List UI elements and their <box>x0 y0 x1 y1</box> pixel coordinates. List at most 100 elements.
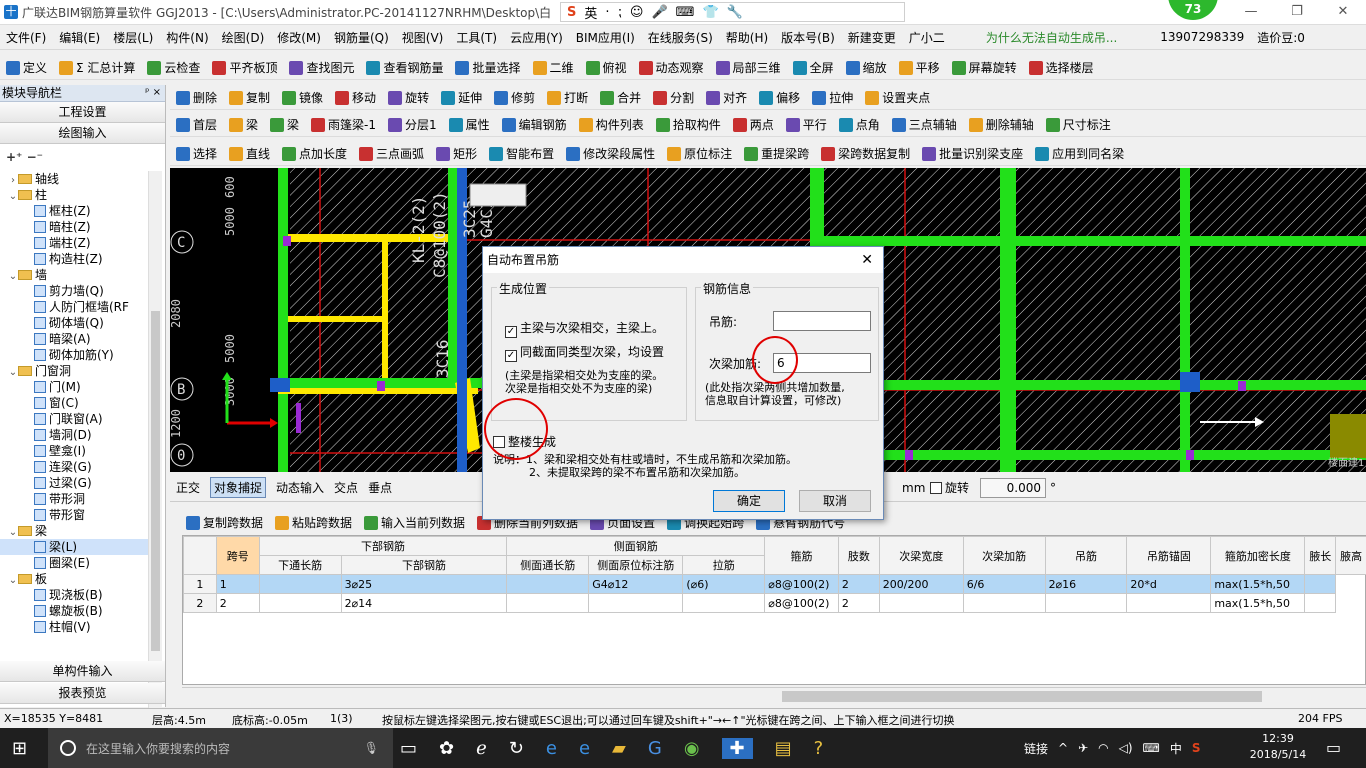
table-cell[interactable]: max(1.5*h,50 <box>1210 574 1306 594</box>
toolbar1-item-9[interactable]: 动态观察 <box>638 59 704 76</box>
ime-item-0[interactable]: 英 <box>584 3 597 22</box>
ortho-toggle[interactable]: 正交 <box>176 479 200 496</box>
ok-button[interactable]: 确定 <box>713 490 785 512</box>
project-settings-button[interactable]: 工程设置 <box>0 102 165 123</box>
toolbar2-item-11[interactable]: 偏移 <box>759 89 800 106</box>
menu-item-1[interactable]: 编辑(E) <box>59 29 100 46</box>
menu-item-7[interactable]: 视图(V) <box>402 29 444 46</box>
col-hanging-anchor[interactable]: 吊筋锚固 <box>1126 536 1212 575</box>
menu-item-0[interactable]: 文件(F) <box>6 29 46 46</box>
toolbar4-item-5[interactable]: 智能布置 <box>489 145 554 162</box>
menu-item-10[interactable]: BIM应用(I) <box>576 29 635 46</box>
menu-item-3[interactable]: 构件(N) <box>166 29 208 46</box>
col-bottom-bar[interactable]: 下部钢筋 <box>340 555 508 575</box>
tree-node-18[interactable]: 连梁(G) <box>0 459 148 475</box>
tree-node-11[interactable]: 砌体加筋(Y) <box>0 347 148 363</box>
toolbar1-item-12[interactable]: 缩放 <box>845 59 887 76</box>
menu-item-5[interactable]: 修改(M) <box>277 29 321 46</box>
toolbar2-item-1[interactable]: 复制 <box>229 89 270 106</box>
col-haunch-h[interactable]: 腋高 <box>1335 536 1366 575</box>
fan-app-icon[interactable]: ✿ <box>439 738 454 759</box>
toolbar3-item-12[interactable]: 三点辅轴 <box>891 116 957 133</box>
table-cell[interactable]: ⌀8@100(2) <box>764 574 839 594</box>
toolbar3-item-6[interactable]: 编辑钢筋 <box>501 116 567 133</box>
toolbar2-item-13[interactable]: 设置夹点 <box>865 89 930 106</box>
component-tree[interactable]: › 轴线 ⌄ 柱框柱(Z) 暗柱(Z) 端柱(Z) 构造柱(Z) ⌄ 墙剪力墙(Q) 人防门框墙(… <box>0 171 148 727</box>
wifi-icon[interactable]: ◠ <box>1098 741 1108 755</box>
close-icon[interactable]: ✕ <box>1320 0 1366 25</box>
table-cell[interactable] <box>962 593 1046 613</box>
table-cell[interactable]: 1 <box>215 574 260 594</box>
taskbar-search[interactable]: 在这里输入你要搜索的内容 🎙 <box>48 728 393 768</box>
tree-node-7[interactable]: 剪力墙(Q) <box>0 283 148 299</box>
intersection-toggle[interactable]: 交点 <box>334 479 358 496</box>
toolbar2-item-0[interactable]: 删除 <box>176 89 217 106</box>
toolbar1-item-6[interactable]: 批量选择 <box>455 59 521 76</box>
tree-node-15[interactable]: 门联窗(A) <box>0 411 148 427</box>
table-cell[interactable] <box>682 593 766 613</box>
table-cell[interactable]: 20*d <box>1126 574 1212 594</box>
toolbar2-item-7[interactable]: 打断 <box>547 89 588 106</box>
tree-node-14[interactable]: 窗(C) <box>0 395 148 411</box>
ime-item-7[interactable]: 🔧 <box>727 5 743 20</box>
tree-node-28[interactable]: 柱帽(V) <box>0 619 148 635</box>
tree-node-1[interactable]: ⌄ 柱 <box>0 187 148 203</box>
menu-item-4[interactable]: 绘图(D) <box>222 29 265 46</box>
toolbar4-item-11[interactable]: 应用到同名梁 <box>1035 145 1124 162</box>
drawing-input-button[interactable]: 绘图输入 <box>0 123 165 144</box>
menu-item-11[interactable]: 在线服务(S) <box>648 29 713 46</box>
ime-item-6[interactable]: 👕 <box>702 5 718 20</box>
toolbar1-item-11[interactable]: 全屏 <box>792 59 834 76</box>
tree-node-25[interactable]: ⌄ 板 <box>0 571 148 587</box>
col-stirrup[interactable]: 箍筋 <box>764 536 839 575</box>
toolbar3-item-5[interactable]: 属性 <box>448 116 490 133</box>
table-cell[interactable]: 2 <box>183 593 217 613</box>
table-cell[interactable]: 3⌀25 <box>340 574 508 594</box>
gridtool-item-0[interactable]: 复制跨数据 <box>186 514 263 531</box>
toolbar2-item-2[interactable]: 镜像 <box>282 89 323 106</box>
tree-node-6[interactable]: ⌄ 墙 <box>0 267 148 283</box>
toolbar1-item-0[interactable]: 定义 <box>6 59 47 76</box>
col-side-inplace[interactable]: 侧面原位标注筋 <box>588 555 684 575</box>
ggj-active-icon[interactable]: ✚ <box>721 737 753 759</box>
tree-node-8[interactable]: 人防门框墙(RF <box>0 299 148 315</box>
tray-chevron-icon[interactable]: ^ <box>1058 741 1068 755</box>
beam-span-table[interactable]: 跨号 下部钢筋 侧面钢筋 箍筋 肢数 次梁宽度 次梁加筋 吊筋 吊筋锚固 箍筋加… <box>182 535 1366 685</box>
table-cell[interactable]: 2⌀14 <box>340 593 508 613</box>
menu-item-13[interactable]: 版本号(B) <box>781 29 835 46</box>
sogou-tray-icon[interactable]: S <box>1192 741 1201 755</box>
table-cell[interactable] <box>1044 593 1128 613</box>
table-row[interactable]: 2 2 2⌀14 ⌀8@100(2) 2 max(1.5*h,50 <box>183 593 1366 613</box>
weather-badge[interactable]: 73 <box>1168 0 1218 20</box>
rotate-checkbox[interactable] <box>930 482 942 494</box>
table-row[interactable]: 1 1 3⌀25 G4⌀12 (⌀6) ⌀8@100(2) 2 200/200 6/6 2⌀16 2… <box>183 574 1366 594</box>
col-tie[interactable]: 拉筋 <box>682 555 766 575</box>
tree-node-22[interactable]: ⌄ 梁 <box>0 523 148 539</box>
col-hanging[interactable]: 吊筋 <box>1044 536 1128 575</box>
tree-node-17[interactable]: 壁龛(I) <box>0 443 148 459</box>
table-cell[interactable]: max(1.5*h,50 <box>1210 593 1306 613</box>
gridtool-item-1[interactable]: 粘贴跨数据 <box>275 514 352 531</box>
toolbar3-item-7[interactable]: 构件列表 <box>578 116 644 133</box>
ime-toolbar[interactable]: S 英 · ⁏ ☺ 🎤 ⌨ 👕 🔧 <box>560 2 905 22</box>
table-cell[interactable] <box>506 593 590 613</box>
toolbar2-item-12[interactable]: 拉伸 <box>812 89 853 106</box>
menu-item-16[interactable]: 为什么无法自动生成吊... <box>986 29 1117 46</box>
toolbar3-item-8[interactable]: 拾取构件 <box>655 116 721 133</box>
toolbar3-item-9[interactable]: 两点 <box>732 116 774 133</box>
toolbar4-item-9[interactable]: 梁跨数据复制 <box>821 145 910 162</box>
ime-item-1[interactable]: · <box>605 5 609 20</box>
tree-node-0[interactable]: › 轴线 <box>0 171 148 187</box>
toolbar4-item-1[interactable]: 直线 <box>229 145 270 162</box>
clock[interactable]: 12:39 2018/5/14 <box>1248 731 1308 763</box>
col-legs[interactable]: 肢数 <box>837 536 880 575</box>
input-tooltip[interactable] <box>469 183 527 207</box>
col-haunch-len[interactable]: 腋长 <box>1304 536 1337 575</box>
tree-node-2[interactable]: 框柱(Z) <box>0 203 148 219</box>
table-cell[interactable]: 1 <box>183 574 217 594</box>
toolbar1-item-3[interactable]: 平齐板顶 <box>212 59 277 76</box>
col-dense-len[interactable]: 箍筋加密长度 <box>1210 536 1306 575</box>
toolbar3-item-10[interactable]: 平行 <box>785 116 827 133</box>
toolbar4-item-0[interactable]: 选择 <box>176 145 217 162</box>
windows-start-icon[interactable]: ⊞ <box>12 738 27 759</box>
